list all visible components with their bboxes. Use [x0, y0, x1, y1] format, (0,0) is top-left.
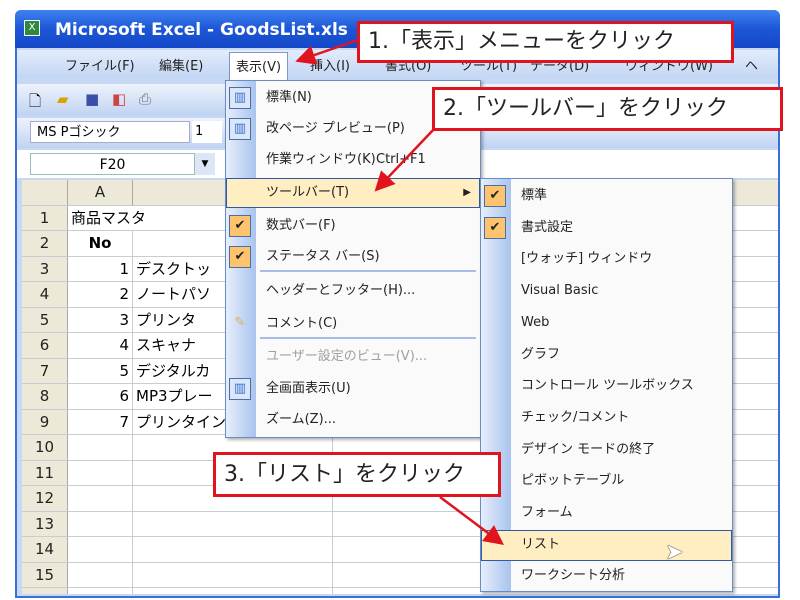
- arrow-step3: [439, 496, 504, 545]
- annotation-arrows: [295, 38, 504, 545]
- arrow-step1: [295, 38, 359, 65]
- arrow-step2: [374, 127, 436, 192]
